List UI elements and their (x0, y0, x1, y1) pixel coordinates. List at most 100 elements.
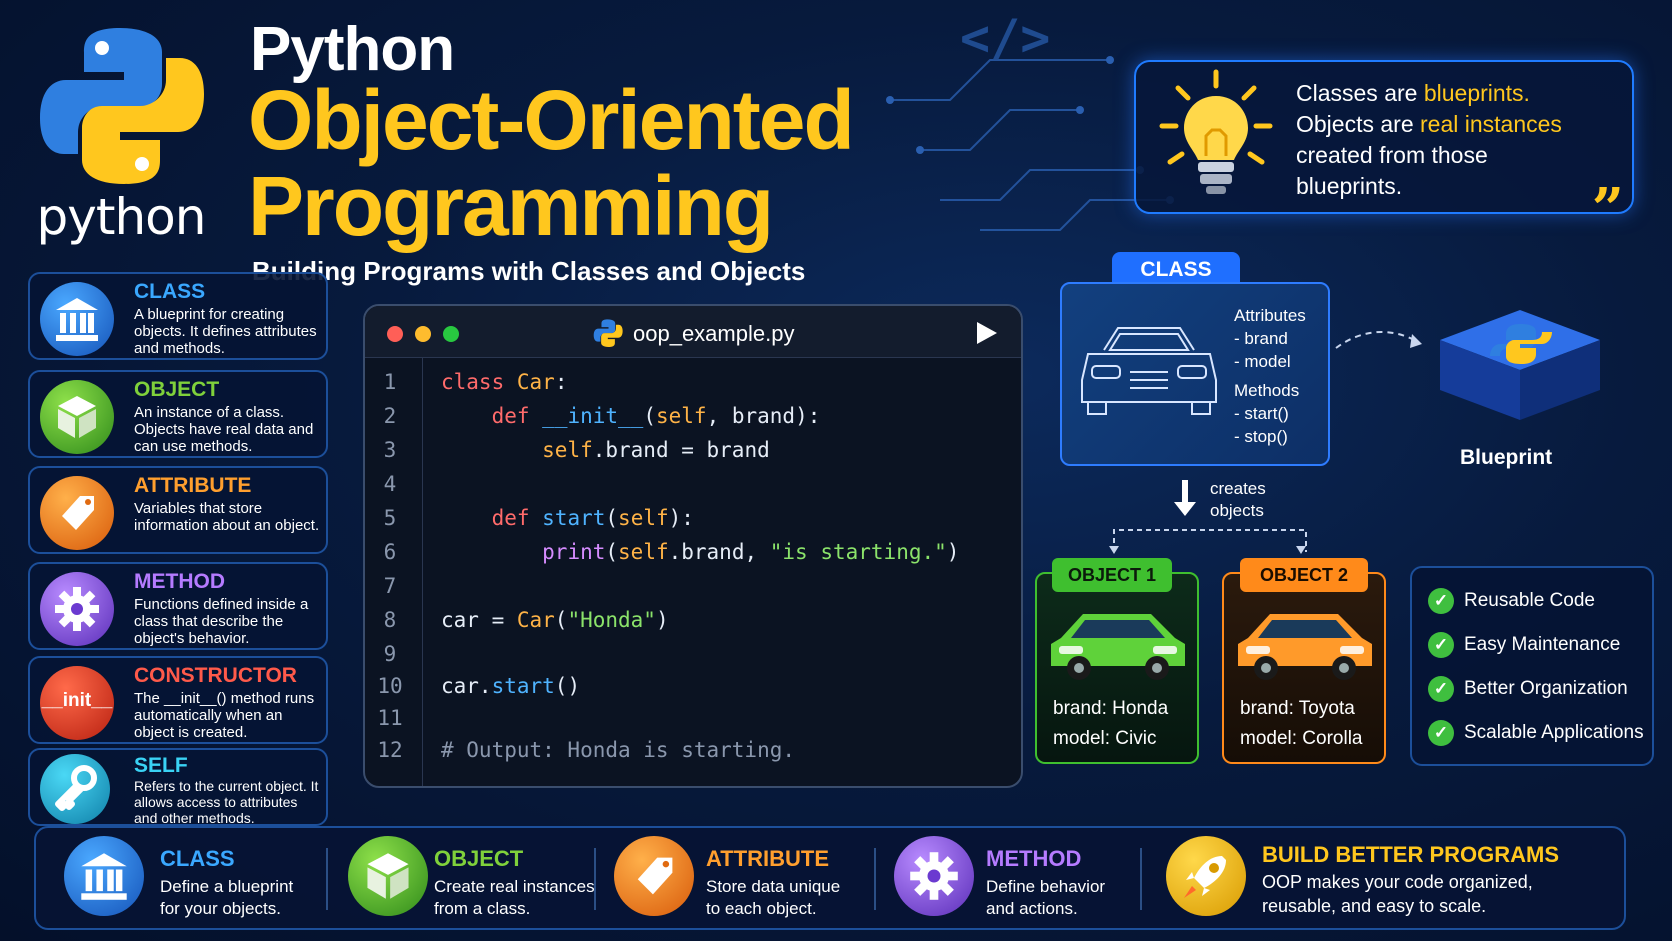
benefit-item: ✓ Easy Maintenance (1428, 632, 1620, 658)
object-1-attributes: brand: Honda model: Civic (1053, 698, 1169, 749)
bottom-summary-strip: CLASS Define a blueprint for your objects… (34, 826, 1626, 930)
tag-icon (40, 476, 114, 550)
concept-card-method: METHOD Functions defined inside a class … (28, 562, 328, 650)
quote-highlight-instances: real instances (1420, 111, 1562, 137)
quote-mark: ” (1591, 176, 1624, 242)
python-logo-icon (40, 28, 204, 184)
run-play-icon[interactable] (977, 322, 997, 344)
concept-card-attribute: ATTRIBUTE Variables that store informati… (28, 466, 328, 554)
concept-desc: Variables that store information about a… (134, 500, 320, 534)
quote-text: Classes are blueprints. Objects are real… (1296, 80, 1562, 199)
lightbulb-icon (1159, 69, 1273, 194)
divider (594, 848, 596, 910)
divider (874, 848, 876, 910)
code-line-2: def __init__(self, brand): (491, 404, 821, 428)
concept-card-constructor: __init__ CONSTRUCTOR The __init__() meth… (28, 656, 328, 744)
blueprint-cube-icon (1440, 310, 1600, 420)
svg-text:</>: </> (960, 9, 1050, 67)
code-line-10: car.start() (441, 674, 581, 698)
object-2-card: brand: Toyota model: Corolla (1222, 572, 1386, 764)
code-line-8: car = Car("Honda") (441, 608, 669, 632)
summary-desc: Define behavior and actions. (986, 877, 1106, 918)
python-logo: python (36, 20, 206, 246)
cube-icon (348, 836, 428, 916)
quote-highlight-blueprints: blueprints. (1423, 80, 1530, 106)
maximize-dot[interactable] (443, 326, 459, 342)
gear-icon (40, 572, 114, 646)
title-line-3: Programming (248, 159, 774, 253)
creates-objects-label: creates objects (1210, 479, 1266, 520)
bank-icon (40, 282, 114, 356)
summary-name: CLASS (160, 846, 235, 871)
object-2-tab: OBJECT 2 (1240, 558, 1368, 592)
summary-desc: Define a blueprint for your objects. (160, 877, 294, 918)
title-line-2: Object-Oriented (248, 73, 855, 167)
code-line-1: class Car: (441, 370, 568, 394)
concept-desc: Refers to the current object. It allows … (134, 778, 319, 826)
divider (326, 848, 328, 910)
concept-name: SELF (134, 754, 188, 777)
concept-name: OBJECT (134, 378, 220, 401)
orange-car-icon (1238, 614, 1372, 680)
concept-name: ATTRIBUTE (134, 474, 252, 497)
check-icon: ✓ (1428, 588, 1454, 614)
rocket-icon (1166, 836, 1246, 916)
key-icon (40, 754, 110, 824)
code-window: oop_example.py 1 2 3 4 5 6 7 8 9 10 11 1… (363, 304, 1023, 788)
car-outline-icon (1081, 327, 1217, 415)
code-titlebar: oop_example.py (365, 306, 1021, 358)
dashed-arrow-icon (1335, 331, 1422, 349)
gear-icon (894, 836, 974, 916)
check-icon: ✓ (1428, 632, 1454, 658)
concept-desc: The __init__() method runs automatically… (134, 690, 315, 741)
code-line-3: self.brand = brand (542, 438, 770, 462)
python-logo-text: python (36, 188, 207, 246)
quote-box: Classes are blueprints. Objects are real… (1134, 60, 1634, 242)
concept-card-object: OBJECT An instance of a class. Objects h… (28, 370, 328, 458)
bank-icon (64, 836, 144, 916)
concept-desc: Functions defined inside a class that de… (134, 596, 309, 647)
summary-desc: Store data unique to each object. (706, 877, 841, 918)
tag-icon (614, 836, 694, 916)
concept-card-class: CLASS A blueprint for creating objects. … (28, 272, 328, 360)
code-filename: oop_example.py (633, 321, 795, 346)
code-line-6: print(self.brand, "is starting.") (542, 540, 960, 564)
split-connector (1109, 529, 1307, 554)
down-arrow-icon (1174, 480, 1196, 516)
concept-card-self: SELF Refers to the current object. It al… (28, 748, 328, 826)
concept-name: METHOD (134, 570, 225, 593)
benefit-item: ✓ Scalable Applications (1428, 720, 1644, 746)
minimize-dot[interactable] (415, 326, 431, 342)
summary-desc: OOP makes your code organized, reusable, … (1262, 872, 1533, 916)
code-line-5: def start(self): (491, 506, 694, 530)
concept-desc: A blueprint for creating objects. It def… (134, 306, 317, 357)
benefit-item: ✓ Reusable Code (1428, 588, 1595, 614)
summary-name: METHOD (986, 846, 1082, 871)
class-diagram-box: Attributes - brand - model Methods - sta… (1060, 282, 1330, 466)
check-icon: ✓ (1428, 720, 1454, 746)
python-file-icon (593, 319, 623, 347)
summary-name: BUILD BETTER PROGRAMS (1262, 842, 1559, 867)
divider (1140, 848, 1142, 910)
cube-icon (40, 380, 114, 454)
code-line-12: # Output: Honda is starting. (441, 738, 796, 762)
summary-name: OBJECT (434, 846, 524, 871)
concept-desc: An instance of a class. Objects have rea… (134, 404, 314, 455)
check-icon: ✓ (1428, 676, 1454, 702)
concept-name: CONSTRUCTOR (134, 664, 297, 687)
object-1-card: brand: Honda model: Civic (1035, 572, 1199, 764)
green-car-icon (1051, 614, 1185, 680)
object-1-tab: OBJECT 1 (1052, 558, 1172, 592)
concept-name: CLASS (134, 280, 206, 303)
init-icon: __init__ (40, 666, 114, 740)
summary-desc: Create real instances from a class. (434, 877, 595, 918)
line-gutter: 1 2 3 4 5 6 7 8 9 10 11 12 (365, 358, 423, 786)
benefits-box: ✓ Reusable Code ✓ Easy Maintenance ✓ Better… (1410, 566, 1654, 766)
close-dot[interactable] (387, 326, 403, 342)
summary-name: ATTRIBUTE (706, 846, 830, 871)
subtitle: Building Programs with Classes and Objec… (252, 256, 806, 286)
blueprint-label: Blueprint (1460, 446, 1553, 469)
object-2-attributes: brand: Toyota model: Corolla (1240, 698, 1363, 749)
benefit-item: ✓ Better Organization (1428, 676, 1628, 702)
class-attributes: Attributes - brand - model Methods - sta… (1234, 306, 1306, 446)
